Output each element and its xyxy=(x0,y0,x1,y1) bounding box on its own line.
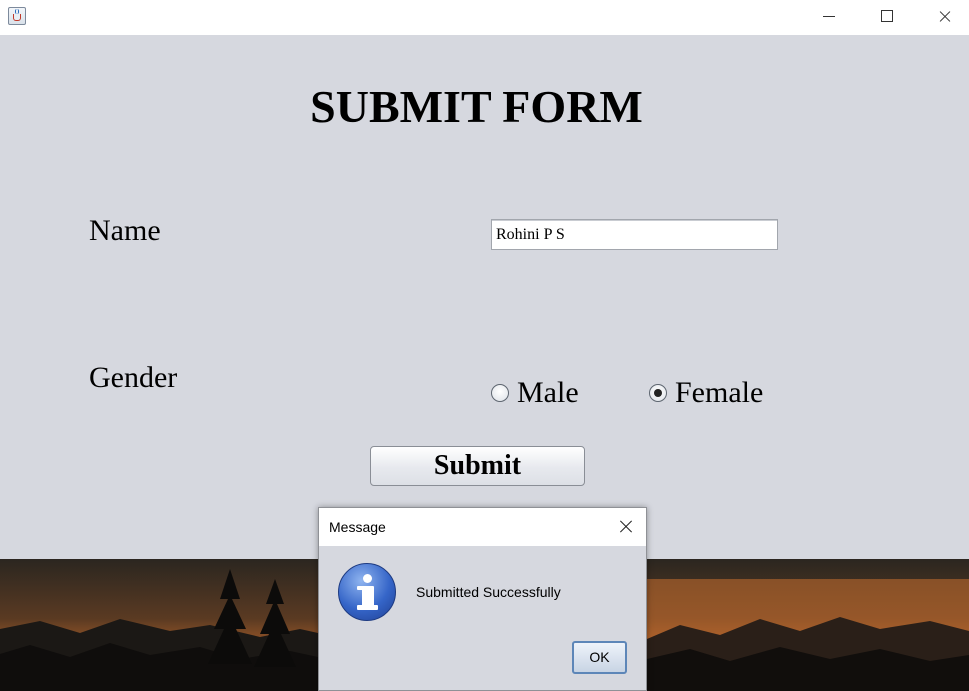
name-input[interactable] xyxy=(491,219,778,250)
dialog-titlebar[interactable]: Message xyxy=(319,508,646,546)
radio-unselected-icon[interactable] xyxy=(491,384,509,402)
radio-female-label[interactable]: Female xyxy=(675,378,763,408)
message-dialog: Message Submitted Successfully OK xyxy=(318,507,647,691)
form-title: SUBMIT FORM xyxy=(310,81,643,132)
dialog-title: Message xyxy=(329,519,386,535)
close-icon[interactable] xyxy=(916,0,969,35)
ok-button[interactable]: OK xyxy=(572,641,627,674)
radio-selected-icon[interactable] xyxy=(649,384,667,402)
java-cup-icon[interactable] xyxy=(8,7,26,25)
radio-dot xyxy=(654,389,662,397)
info-base xyxy=(357,605,378,610)
name-label: Name xyxy=(89,214,161,247)
dialog-message: Submitted Successfully xyxy=(416,584,561,600)
submit-button[interactable]: Submit xyxy=(370,446,585,486)
maximize-icon[interactable] xyxy=(858,0,916,35)
minimize-icon[interactable] xyxy=(800,0,858,35)
radio-male[interactable]: Male xyxy=(491,378,579,408)
info-icon xyxy=(338,563,396,621)
close-icon[interactable] xyxy=(609,512,641,542)
radio-male-label[interactable]: Male xyxy=(517,378,579,408)
window-titlebar[interactable] xyxy=(0,0,969,35)
radio-female[interactable]: Female xyxy=(649,378,763,408)
gender-label: Gender xyxy=(89,361,178,394)
info-dot xyxy=(363,574,372,583)
cup-shape xyxy=(13,14,21,21)
